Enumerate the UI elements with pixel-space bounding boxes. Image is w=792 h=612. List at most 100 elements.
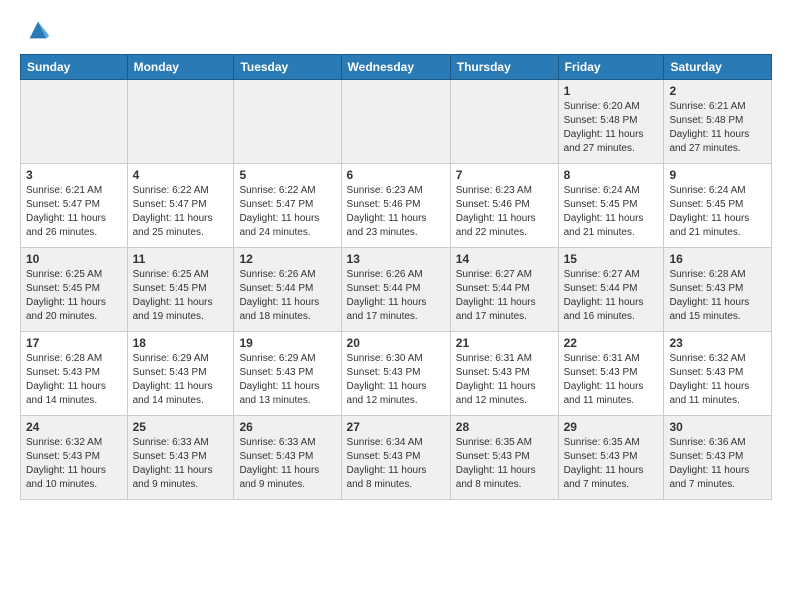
- day-number: 9: [669, 168, 766, 182]
- day-number: 26: [239, 420, 335, 434]
- day-number: 1: [564, 84, 659, 98]
- week-row-4: 17 Sunrise: 6:28 AMSunset: 5:43 PMDayligh…: [21, 332, 772, 416]
- day-info: Sunrise: 6:21 AMSunset: 5:48 PMDaylight:…: [669, 100, 766, 156]
- day-info: Sunrise: 6:26 AMSunset: 5:44 PMDaylight:…: [239, 268, 335, 324]
- day-number: 24: [26, 420, 122, 434]
- day-number: 30: [669, 420, 766, 434]
- day-info: Sunrise: 6:28 AMSunset: 5:43 PMDaylight:…: [26, 352, 122, 408]
- day-cell: 29 Sunrise: 6:35 AMSunset: 5:43 PMDayligh…: [558, 416, 664, 500]
- day-number: 21: [456, 336, 553, 350]
- day-number: 20: [347, 336, 445, 350]
- day-cell: 11 Sunrise: 6:25 AMSunset: 5:45 PMDayligh…: [127, 248, 234, 332]
- week-row-3: 10 Sunrise: 6:25 AMSunset: 5:45 PMDayligh…: [21, 248, 772, 332]
- day-info: Sunrise: 6:21 AMSunset: 5:47 PMDaylight:…: [26, 184, 122, 240]
- day-cell: 5Sunrise: 6:22 AMSunset: 5:47 PMDaylight…: [234, 164, 341, 248]
- logo: [20, 16, 52, 44]
- day-cell: 7 Sunrise: 6:23 AMSunset: 5:46 PMDaylight…: [450, 164, 558, 248]
- day-number: 25: [133, 420, 229, 434]
- day-info: Sunrise: 6:25 AMSunset: 5:45 PMDaylight:…: [26, 268, 122, 324]
- calendar-page: SundayMondayTuesdayWednesdayThursdayFrid…: [0, 0, 792, 516]
- day-cell: 19Sunrise: 6:29 AMSunset: 5:43 PMDayligh…: [234, 332, 341, 416]
- weekday-header-tuesday: Tuesday: [234, 55, 341, 80]
- weekday-header-monday: Monday: [127, 55, 234, 80]
- calendar-table: SundayMondayTuesdayWednesdayThursdayFrid…: [20, 54, 772, 500]
- day-cell: 4Sunrise: 6:22 AMSunset: 5:47 PMDaylight…: [127, 164, 234, 248]
- day-cell: 27 Sunrise: 6:34 AMSunset: 5:43 PMDayligh…: [341, 416, 450, 500]
- weekday-header-saturday: Saturday: [664, 55, 772, 80]
- day-number: 10: [26, 252, 122, 266]
- day-cell: 22 Sunrise: 6:31 AMSunset: 5:43 PMDayligh…: [558, 332, 664, 416]
- day-cell: 30 Sunrise: 6:36 AMSunset: 5:43 PMDayligh…: [664, 416, 772, 500]
- day-cell: 17 Sunrise: 6:28 AMSunset: 5:43 PMDayligh…: [21, 332, 128, 416]
- day-number: 3: [26, 168, 122, 182]
- day-info: Sunrise: 6:25 AMSunset: 5:45 PMDaylight:…: [133, 268, 229, 324]
- day-cell: 9 Sunrise: 6:24 AMSunset: 5:45 PMDaylight…: [664, 164, 772, 248]
- day-info: Sunrise: 6:29 AMSunset: 5:43 PMDaylight:…: [239, 352, 335, 408]
- day-info: Sunrise: 6:35 AMSunset: 5:43 PMDaylight:…: [456, 436, 553, 492]
- day-cell: 1 Sunrise: 6:20 AMSunset: 5:48 PMDaylight…: [558, 80, 664, 164]
- day-cell: 26 Sunrise: 6:33 AMSunset: 5:43 PMDayligh…: [234, 416, 341, 500]
- day-cell: 8 Sunrise: 6:24 AMSunset: 5:45 PMDaylight…: [558, 164, 664, 248]
- day-number: 8: [564, 168, 659, 182]
- day-info: Sunrise: 6:33 AMSunset: 5:43 PMDaylight:…: [133, 436, 229, 492]
- day-number: 22: [564, 336, 659, 350]
- day-number: 16: [669, 252, 766, 266]
- day-info: Sunrise: 6:26 AMSunset: 5:44 PMDaylight:…: [347, 268, 445, 324]
- day-cell: 10 Sunrise: 6:25 AMSunset: 5:45 PMDayligh…: [21, 248, 128, 332]
- day-info: Sunrise: 6:31 AMSunset: 5:43 PMDaylight:…: [456, 352, 553, 408]
- day-cell: 24 Sunrise: 6:32 AMSunset: 5:43 PMDayligh…: [21, 416, 128, 500]
- day-number: 27: [347, 420, 445, 434]
- day-info: Sunrise: 6:28 AMSunset: 5:43 PMDaylight:…: [669, 268, 766, 324]
- day-cell: 15 Sunrise: 6:27 AMSunset: 5:44 PMDayligh…: [558, 248, 664, 332]
- day-cell: [127, 80, 234, 164]
- day-cell: 23Sunrise: 6:32 AMSunset: 5:43 PMDayligh…: [664, 332, 772, 416]
- week-row-5: 24 Sunrise: 6:32 AMSunset: 5:43 PMDayligh…: [21, 416, 772, 500]
- day-number: 6: [347, 168, 445, 182]
- day-info: Sunrise: 6:24 AMSunset: 5:45 PMDaylight:…: [564, 184, 659, 240]
- week-row-2: 3 Sunrise: 6:21 AMSunset: 5:47 PMDaylight…: [21, 164, 772, 248]
- day-number: 23: [669, 336, 766, 350]
- day-cell: 6 Sunrise: 6:23 AMSunset: 5:46 PMDaylight…: [341, 164, 450, 248]
- day-info: Sunrise: 6:22 AMSunset: 5:47 PMDaylight:…: [239, 184, 335, 240]
- day-number: 29: [564, 420, 659, 434]
- day-cell: [450, 80, 558, 164]
- day-cell: 13Sunrise: 6:26 AMSunset: 5:44 PMDayligh…: [341, 248, 450, 332]
- day-info: Sunrise: 6:30 AMSunset: 5:43 PMDaylight:…: [347, 352, 445, 408]
- day-info: Sunrise: 6:23 AMSunset: 5:46 PMDaylight:…: [347, 184, 445, 240]
- day-cell: 14Sunrise: 6:27 AMSunset: 5:44 PMDayligh…: [450, 248, 558, 332]
- day-number: 28: [456, 420, 553, 434]
- weekday-header-friday: Friday: [558, 55, 664, 80]
- day-number: 17: [26, 336, 122, 350]
- week-row-1: 1 Sunrise: 6:20 AMSunset: 5:48 PMDaylight…: [21, 80, 772, 164]
- day-cell: 20 Sunrise: 6:30 AMSunset: 5:43 PMDayligh…: [341, 332, 450, 416]
- day-cell: [341, 80, 450, 164]
- day-info: Sunrise: 6:31 AMSunset: 5:43 PMDaylight:…: [564, 352, 659, 408]
- day-number: 15: [564, 252, 659, 266]
- day-cell: 2 Sunrise: 6:21 AMSunset: 5:48 PMDaylight…: [664, 80, 772, 164]
- day-info: Sunrise: 6:29 AMSunset: 5:43 PMDaylight:…: [133, 352, 229, 408]
- day-number: 4: [133, 168, 229, 182]
- day-number: 14: [456, 252, 553, 266]
- day-cell: [21, 80, 128, 164]
- header: [20, 16, 772, 44]
- day-number: 11: [133, 252, 229, 266]
- day-cell: 16 Sunrise: 6:28 AMSunset: 5:43 PMDayligh…: [664, 248, 772, 332]
- weekday-header-sunday: Sunday: [21, 55, 128, 80]
- day-info: Sunrise: 6:35 AMSunset: 5:43 PMDaylight:…: [564, 436, 659, 492]
- day-info: Sunrise: 6:20 AMSunset: 5:48 PMDaylight:…: [564, 100, 659, 156]
- day-cell: 28 Sunrise: 6:35 AMSunset: 5:43 PMDayligh…: [450, 416, 558, 500]
- day-number: 7: [456, 168, 553, 182]
- day-info: Sunrise: 6:32 AMSunset: 5:43 PMDaylight:…: [26, 436, 122, 492]
- weekday-header-wednesday: Wednesday: [341, 55, 450, 80]
- day-cell: 21 Sunrise: 6:31 AMSunset: 5:43 PMDayligh…: [450, 332, 558, 416]
- day-cell: [234, 80, 341, 164]
- day-cell: 25 Sunrise: 6:33 AMSunset: 5:43 PMDayligh…: [127, 416, 234, 500]
- day-info: Sunrise: 6:27 AMSunset: 5:44 PMDaylight:…: [564, 268, 659, 324]
- day-info: Sunrise: 6:23 AMSunset: 5:46 PMDaylight:…: [456, 184, 553, 240]
- day-number: 2: [669, 84, 766, 98]
- day-info: Sunrise: 6:24 AMSunset: 5:45 PMDaylight:…: [669, 184, 766, 240]
- day-info: Sunrise: 6:36 AMSunset: 5:43 PMDaylight:…: [669, 436, 766, 492]
- day-info: Sunrise: 6:34 AMSunset: 5:43 PMDaylight:…: [347, 436, 445, 492]
- weekday-header-row: SundayMondayTuesdayWednesdayThursdayFrid…: [21, 55, 772, 80]
- day-info: Sunrise: 6:33 AMSunset: 5:43 PMDaylight:…: [239, 436, 335, 492]
